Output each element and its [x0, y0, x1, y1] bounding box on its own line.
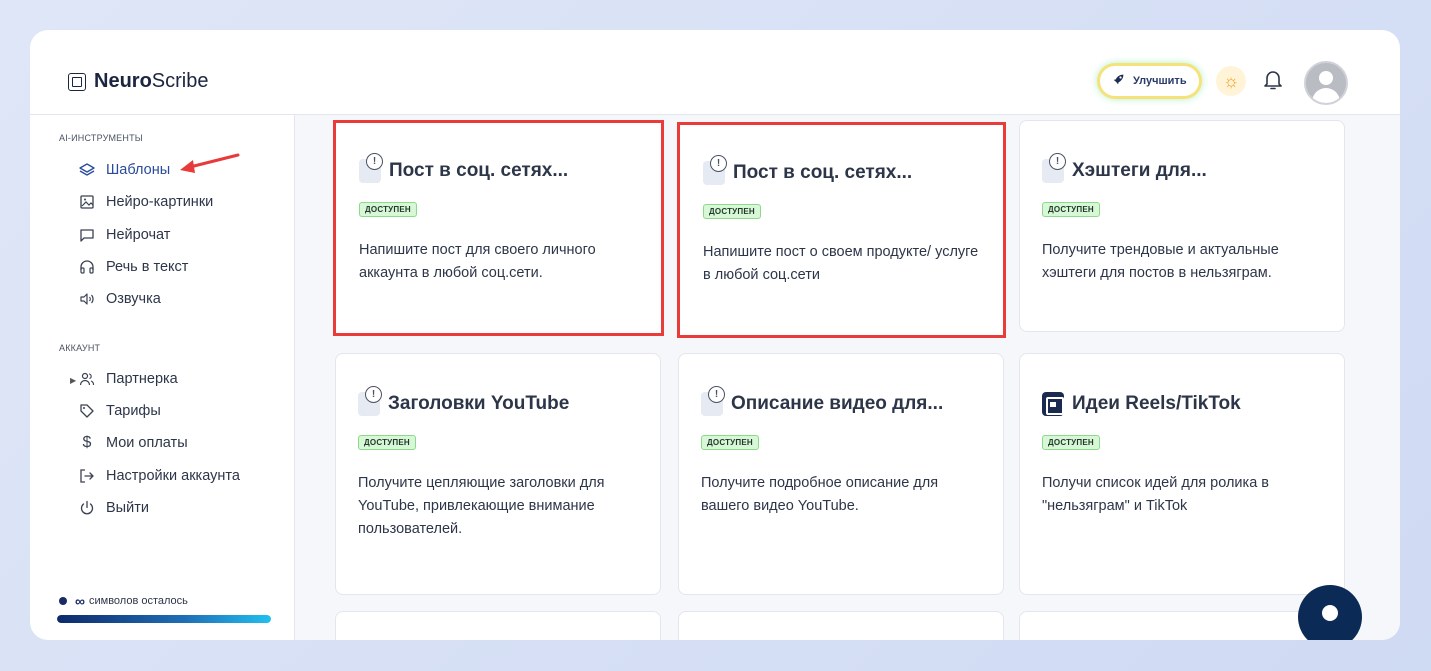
- card-title: Хэштеги для...: [1072, 160, 1207, 181]
- template-card[interactable]: ! Хэштеги для... ДОСТУПЕН Получите тренд…: [1019, 120, 1345, 332]
- status-badge: ДОСТУПЕН: [1042, 435, 1100, 450]
- sidebar-item-partner[interactable]: Партнерка: [79, 371, 178, 387]
- sidebar-item-account-settings[interactable]: Настройки аккаунта: [79, 468, 240, 484]
- top-bar: NeuroScribe Улучшить ☼: [30, 30, 1400, 115]
- credits-progress-bar: [57, 615, 271, 623]
- notice-icon: !: [1042, 153, 1066, 183]
- sidebar-item-neurochat[interactable]: Нейрочат: [79, 227, 170, 243]
- templates-grid: ! Пост в соц. сетях... ДОСТУПЕН Напишите…: [295, 115, 1400, 640]
- logout-arrow-icon: [79, 468, 95, 484]
- sidebar-item-tariffs[interactable]: Тарифы: [79, 403, 161, 419]
- sun-icon: ☼: [1222, 70, 1240, 91]
- card-title: Описание видео для...: [731, 393, 944, 414]
- annotation-arrow: [180, 153, 240, 173]
- credits-label: символов осталось: [88, 595, 188, 607]
- sidebar: AI-ИНСТРУМЕНТЫ Шаблоны Нейро-картинки Не…: [30, 115, 295, 640]
- credits-symbol: ∞: [75, 593, 85, 609]
- card-description: Напишите пост для своего личного аккаунт…: [359, 242, 596, 281]
- bell-icon: [1264, 71, 1282, 90]
- status-badge: ДОСТУПЕН: [703, 204, 761, 219]
- section-title-ai: AI-ИНСТРУМЕНТЫ: [59, 133, 143, 143]
- status-badge: ДОСТУПЕН: [358, 435, 416, 450]
- template-card[interactable]: [1019, 611, 1345, 640]
- rocket-icon: [1112, 73, 1125, 89]
- template-card[interactable]: ! Заголовки YouTube ДОСТУПЕН Получите це…: [335, 353, 661, 595]
- upgrade-button[interactable]: Улучшить: [1100, 66, 1199, 96]
- upgrade-label: Улучшить: [1133, 75, 1187, 87]
- tag-icon: [79, 403, 95, 419]
- logo-rest: Scribe: [151, 70, 209, 92]
- avatar[interactable]: [1304, 61, 1348, 105]
- status-badge: ДОСТУПЕН: [359, 202, 417, 217]
- logo-bold: Neuro: [94, 70, 152, 92]
- card-description: Напишите пост о своем продукте/ услуге в…: [703, 244, 979, 283]
- notice-icon: !: [358, 386, 382, 416]
- card-description: Получите подробное описание для вашего в…: [701, 475, 939, 514]
- section-title-account: АККАУНТ: [59, 343, 101, 353]
- logo[interactable]: NeuroScribe: [68, 70, 209, 93]
- card-title: Идеи Reels/TikTok: [1072, 393, 1241, 414]
- status-badge: ДОСТУПЕН: [1042, 202, 1100, 217]
- users-icon: [79, 371, 95, 387]
- template-card[interactable]: [678, 611, 1004, 640]
- image-icon: [79, 194, 95, 210]
- notice-icon: !: [703, 155, 727, 185]
- credits-status: ∞ символов осталось: [59, 593, 188, 609]
- status-badge: ДОСТУПЕН: [701, 435, 759, 450]
- card-title: Заголовки YouTube: [388, 393, 570, 414]
- template-card[interactable]: ! Пост в соц. сетях... ДОСТУПЕН Напишите…: [333, 120, 664, 336]
- status-dot: [59, 597, 67, 605]
- sidebar-item-speech-to-text[interactable]: Речь в текст: [79, 259, 188, 275]
- sidebar-item-payments[interactable]: $ Мои оплаты: [79, 434, 188, 451]
- speaker-icon: [79, 291, 95, 307]
- dollar-icon: $: [82, 434, 92, 451]
- sidebar-item-logout[interactable]: Выйти: [79, 500, 149, 516]
- chat-icon: [79, 227, 95, 243]
- template-card[interactable]: ! Пост в соц. сетях... ДОСТУПЕН Напишите…: [677, 122, 1006, 338]
- film-icon: [1042, 392, 1064, 416]
- card-title: Пост в соц. сетях...: [389, 160, 569, 181]
- card-description: Получите трендовые и актуальные хэштеги …: [1042, 242, 1279, 281]
- template-card[interactable]: [335, 611, 661, 640]
- template-card[interactable]: ! Описание видео для... ДОСТУПЕН Получит…: [678, 353, 1004, 595]
- chat-support-button[interactable]: [1298, 585, 1362, 640]
- template-card[interactable]: Идеи Reels/TikTok ДОСТУПЕН Получи список…: [1019, 353, 1345, 595]
- caret-right-icon[interactable]: ▶: [70, 376, 76, 385]
- power-icon: [79, 500, 95, 516]
- theme-toggle-button[interactable]: ☼: [1216, 66, 1246, 96]
- card-description: Получи список идей для ролика в "нельзяг…: [1042, 475, 1269, 514]
- sidebar-item-templates[interactable]: Шаблоны: [79, 162, 170, 178]
- notifications-button[interactable]: [1262, 68, 1286, 94]
- logo-icon: [68, 72, 86, 91]
- sidebar-item-voiceover[interactable]: Озвучка: [79, 291, 161, 307]
- layers-icon: [79, 162, 95, 178]
- card-title: Пост в соц. сетях...: [733, 162, 913, 183]
- headphones-icon: [79, 259, 95, 275]
- card-description: Получите цепляющие заголовки для YouTube…: [358, 475, 605, 537]
- notice-icon: !: [701, 386, 725, 416]
- app-window: NeuroScribe Улучшить ☼ AI-ИНСТРУМЕНТЫ Ша…: [30, 30, 1400, 640]
- notice-icon: !: [359, 153, 383, 183]
- sidebar-item-neuro-images[interactable]: Нейро-картинки: [79, 194, 213, 210]
